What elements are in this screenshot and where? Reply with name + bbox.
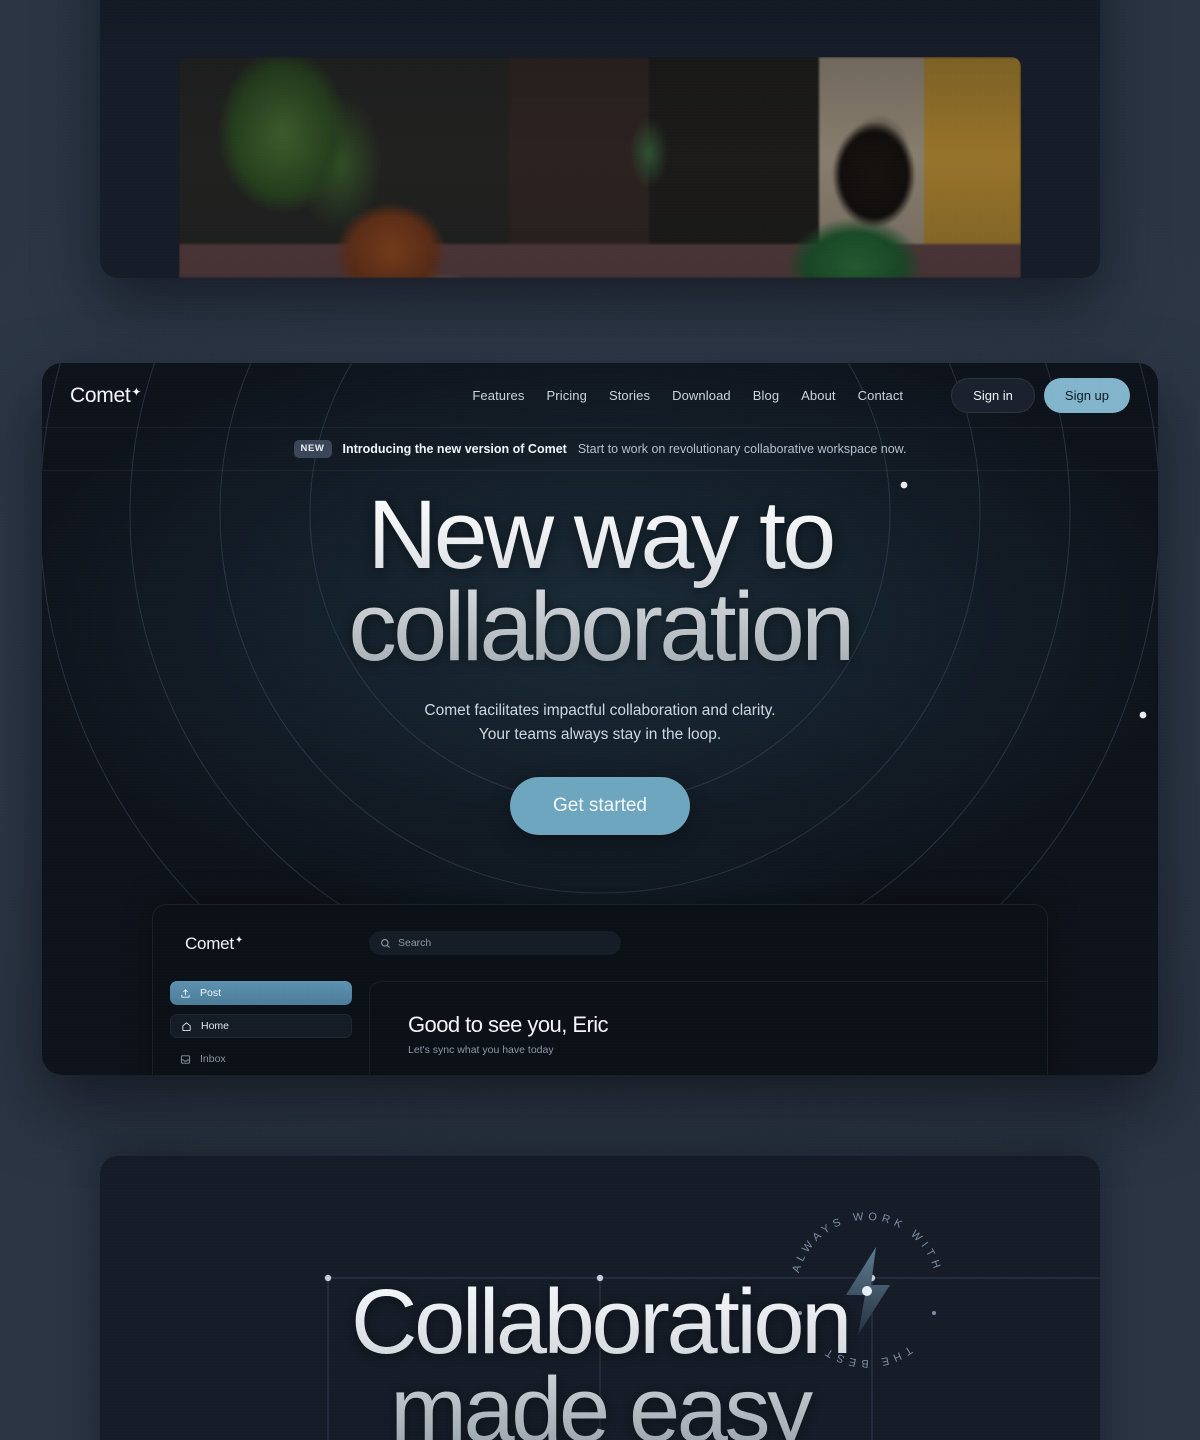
sidebar-item-post[interactable]: Post — [170, 981, 352, 1005]
app-greeting: Good to see you, Eric — [408, 1012, 609, 1037]
sparkle-icon: ✦ — [131, 384, 142, 399]
sidebar-item-home[interactable]: Home — [170, 1014, 352, 1038]
home-icon — [182, 1021, 191, 1031]
hero-subtitle-line-2: Your teams always stay in the loop. — [478, 726, 722, 744]
app-brand-logo[interactable]: Comet ✦ — [153, 935, 369, 952]
bottom-title-line-2: made easy — [390, 1359, 810, 1440]
bottom-title-line-1: Collaboration — [351, 1271, 849, 1373]
search-input[interactable]: Search — [369, 931, 621, 955]
announcement-banner[interactable]: NEW Introducing the new version of Comet… — [42, 427, 1158, 471]
sidebar-item-post-label: Post — [200, 987, 222, 999]
nav-link-pricing[interactable]: Pricing — [547, 388, 587, 403]
upload-icon — [181, 988, 190, 998]
sidebar-item-home-label: Home — [201, 1020, 230, 1032]
hero-subtitle: Comet facilitates impactful collaboratio… — [42, 699, 1158, 747]
hero-content: New way to collaboration Comet facilitat… — [42, 471, 1158, 836]
nav-link-stories[interactable]: Stories — [609, 388, 650, 403]
sidebar-item-inbox[interactable]: Inbox — [170, 1047, 352, 1071]
nav-links: Features Pricing Stories Download Blog A… — [472, 377, 1130, 413]
app-preview-mockup: Comet ✦ Search Post Home Inbox Good to s… — [152, 904, 1048, 1075]
brand-logo[interactable]: Comet ✦ — [70, 385, 141, 406]
app-subtitle: Let's sync what you have today — [408, 1044, 554, 1056]
nav-link-download[interactable]: Download — [672, 388, 731, 403]
hero-video-still — [179, 57, 1021, 278]
sign-up-button[interactable]: Sign up — [1043, 377, 1130, 413]
sidebar-item-inbox-label: Inbox — [200, 1053, 226, 1065]
search-placeholder: Search — [398, 937, 432, 949]
brand-logo-text: Comet — [70, 383, 131, 407]
page-title: New way to collaboration — [42, 471, 1158, 673]
banner-subtext: Start to work on revolutionary collabora… — [577, 442, 907, 456]
bottom-section-card: Collaboration made easy — [100, 1156, 1100, 1440]
top-card-fade — [100, 0, 1100, 60]
navbar: Comet ✦ Features Pricing Stories Download… — [42, 363, 1158, 427]
photo-overlay — [179, 57, 1021, 278]
nav-link-about[interactable]: About — [801, 388, 835, 403]
search-icon — [381, 938, 391, 948]
get-started-button[interactable]: Get started — [510, 777, 690, 836]
top-media-card — [100, 0, 1100, 278]
bottom-section-title: Collaboration made easy — [100, 1278, 1100, 1440]
nav-link-contact[interactable]: Contact — [858, 388, 904, 403]
hero-subtitle-line-1: Comet facilitates impactful collaboratio… — [424, 702, 776, 720]
hero-card: Comet ✦ Features Pricing Stories Download… — [42, 363, 1158, 1075]
sign-in-button[interactable]: Sign in — [951, 377, 1035, 413]
app-sidebar: Post Home Inbox — [153, 981, 369, 1075]
inbox-icon — [180, 1054, 191, 1064]
app-topbar: Comet ✦ Search — [153, 905, 1047, 981]
app-main-panel: Good to see you, Eric Let's sync what yo… — [369, 981, 1047, 1075]
hero-title-line-2: collaboration — [348, 572, 852, 682]
app-brand-logo-text: Comet — [185, 933, 234, 953]
new-badge: NEW — [293, 440, 332, 458]
nav-actions: Sign in Sign up — [951, 377, 1130, 413]
nav-link-blog[interactable]: Blog — [753, 388, 779, 403]
app-sparkle-icon: ✦ — [234, 934, 243, 946]
nav-link-features[interactable]: Features — [472, 388, 524, 403]
banner-headline: Introducing the new version of Comet — [342, 442, 567, 456]
